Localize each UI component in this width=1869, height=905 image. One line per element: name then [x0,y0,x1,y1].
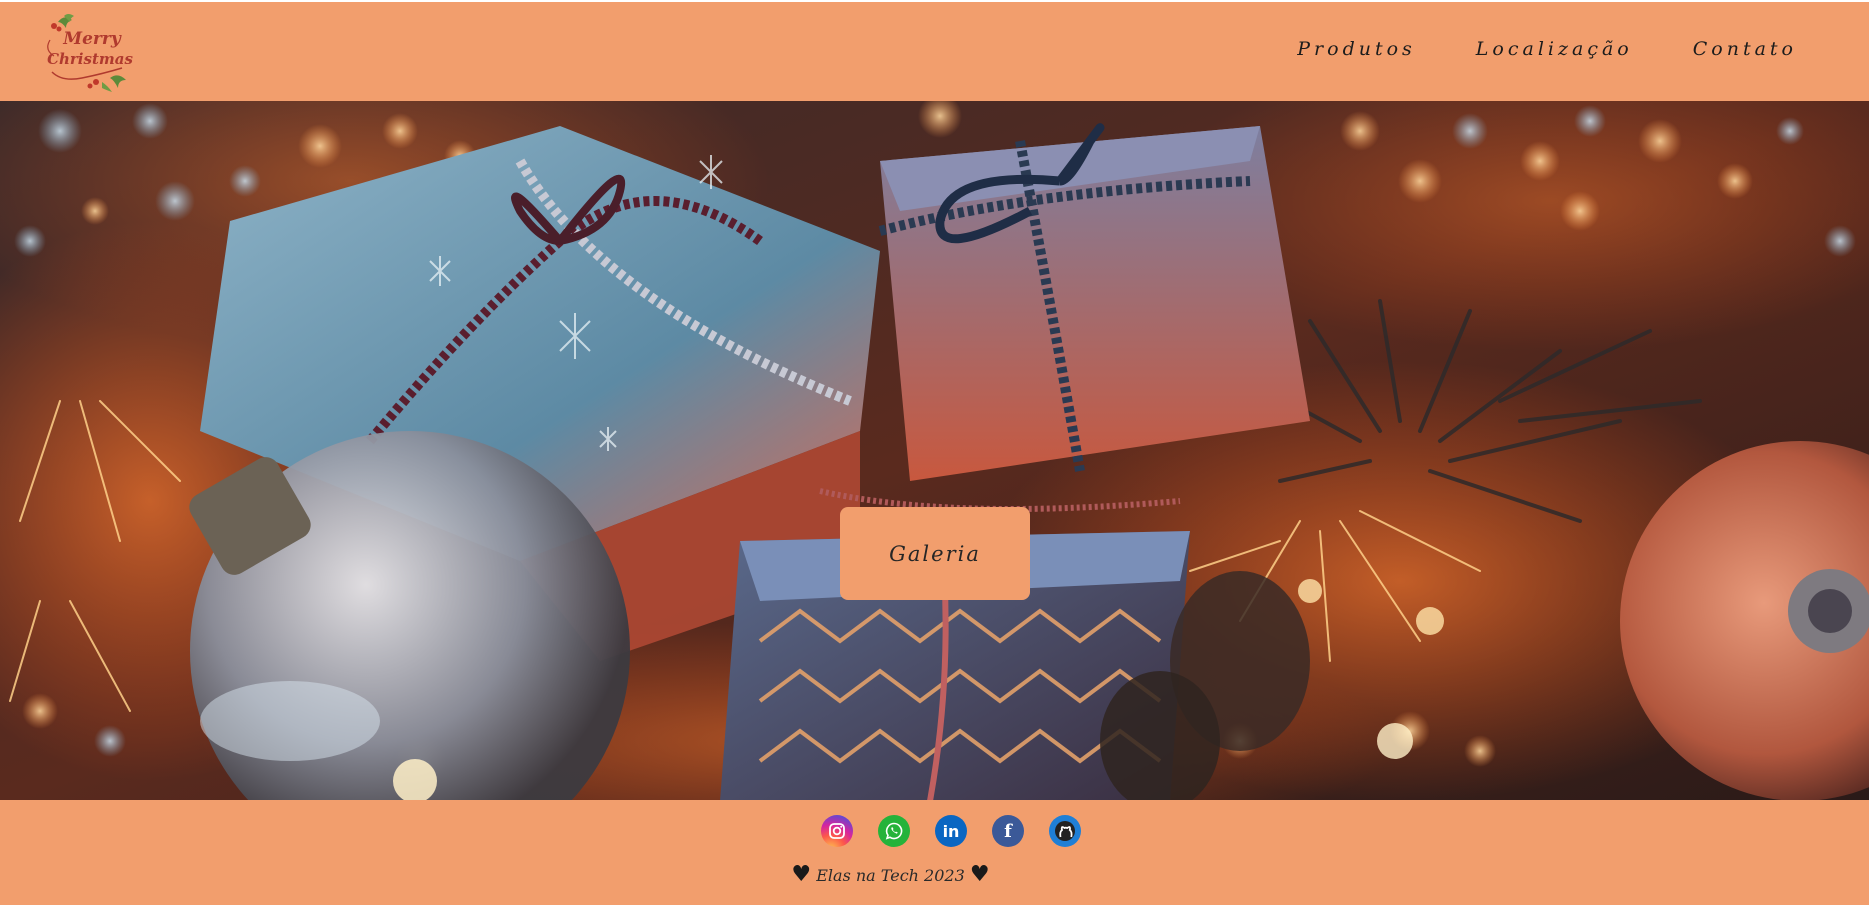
nav-link-contato[interactable]: Contato [1693,38,1797,60]
heart-icon: ♥ [969,862,990,887]
site-header: Merry Christmas Produtos Localização Con… [0,2,1869,102]
whatsapp-icon[interactable] [878,815,910,847]
hero-banner: Galeria [0,101,1869,800]
logo-text-christmas: Christmas [47,50,133,68]
logo-text-merry: Merry [62,29,122,49]
gallery-button[interactable]: Galeria [840,507,1030,600]
social-links: in f [821,815,1081,847]
site-footer: in f ♥ Elas na Tech 2023 ♥ [0,800,1869,905]
linkedin-icon[interactable]: in [935,815,967,847]
copyright-label: Elas na Tech 2023 [816,866,965,885]
main-nav: Produtos Localização Contato [1297,38,1797,60]
merry-christmas-logo[interactable]: Merry Christmas [44,12,136,94]
github-icon[interactable] [1049,815,1081,847]
copyright-text: ♥ Elas na Tech 2023 ♥ [0,862,1781,887]
heart-icon: ♥ [791,862,812,887]
nav-link-localizacao[interactable]: Localização [1476,38,1633,60]
nav-link-produtos[interactable]: Produtos [1297,38,1416,60]
christmas-gifts-image [0,101,1869,800]
instagram-icon[interactable] [821,815,853,847]
facebook-icon[interactable]: f [992,815,1024,847]
